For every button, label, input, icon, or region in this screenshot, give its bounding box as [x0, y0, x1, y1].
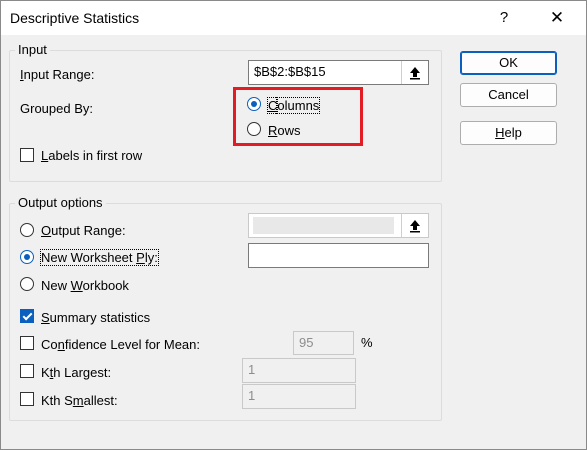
output-range-disabled-area: [253, 217, 394, 234]
cancel-button[interactable]: Cancel: [460, 83, 557, 107]
confidence-level-checkbox[interactable]: [20, 336, 34, 350]
summary-statistics-checkbox[interactable]: [20, 309, 34, 323]
upload-arrow-icon: [410, 66, 420, 79]
summary-statistics-label[interactable]: Summary statistics: [41, 310, 150, 325]
output-range-label[interactable]: Output Range:: [41, 223, 126, 238]
output-range-field[interactable]: [248, 213, 429, 238]
input-group-legend: Input: [15, 42, 50, 57]
output-options-legend: Output options: [15, 195, 106, 210]
output-range-radio[interactable]: [20, 223, 34, 237]
labels-first-row-label[interactable]: Labels in first row: [41, 148, 142, 163]
window-title: Descriptive Statistics: [10, 10, 140, 26]
collapse-dialog-button[interactable]: [401, 61, 428, 84]
kth-largest-value: 1: [248, 362, 256, 377]
new-workbook-radio[interactable]: [20, 277, 34, 291]
help-question-icon[interactable]: ?: [491, 5, 517, 31]
close-icon[interactable]: ✕: [539, 5, 575, 31]
kth-largest-label[interactable]: Kth Largest:: [41, 365, 111, 380]
confidence-level-field[interactable]: 95: [293, 331, 354, 355]
new-worksheet-label[interactable]: New Worksheet Ply:: [40, 249, 159, 266]
percent-label: %: [361, 335, 373, 350]
confidence-level-value: 95: [299, 335, 314, 350]
highlight-annotation: [233, 87, 363, 146]
new-worksheet-radio[interactable]: [20, 250, 34, 264]
new-worksheet-field[interactable]: [248, 243, 429, 268]
title-bar: Descriptive Statistics ? ✕: [1, 1, 586, 35]
grouped-by-label: Grouped By:: [20, 101, 93, 116]
input-range-value: $B$2:$B$15: [254, 64, 326, 79]
descriptive-statistics-dialog: Descriptive Statistics ? ✕ Input Input R…: [0, 0, 587, 450]
input-range-label: Input Range:: [20, 67, 95, 82]
help-button[interactable]: Help: [460, 121, 557, 145]
output-range-collapse-button[interactable]: [401, 214, 428, 237]
ok-button[interactable]: OK: [460, 51, 557, 75]
kth-largest-field[interactable]: 1: [242, 358, 356, 383]
new-workbook-label[interactable]: New Workbook: [41, 278, 129, 293]
kth-smallest-field[interactable]: 1: [242, 384, 356, 409]
kth-smallest-checkbox[interactable]: [20, 392, 34, 406]
input-range-field[interactable]: $B$2:$B$15: [248, 60, 429, 85]
kth-largest-checkbox[interactable]: [20, 364, 34, 378]
confidence-level-label[interactable]: Confidence Level for Mean:: [41, 337, 200, 352]
kth-smallest-value: 1: [248, 388, 256, 403]
labels-first-row-checkbox[interactable]: [20, 148, 34, 162]
kth-smallest-label[interactable]: Kth Smallest:: [41, 393, 118, 408]
upload-arrow-icon: [410, 219, 420, 232]
